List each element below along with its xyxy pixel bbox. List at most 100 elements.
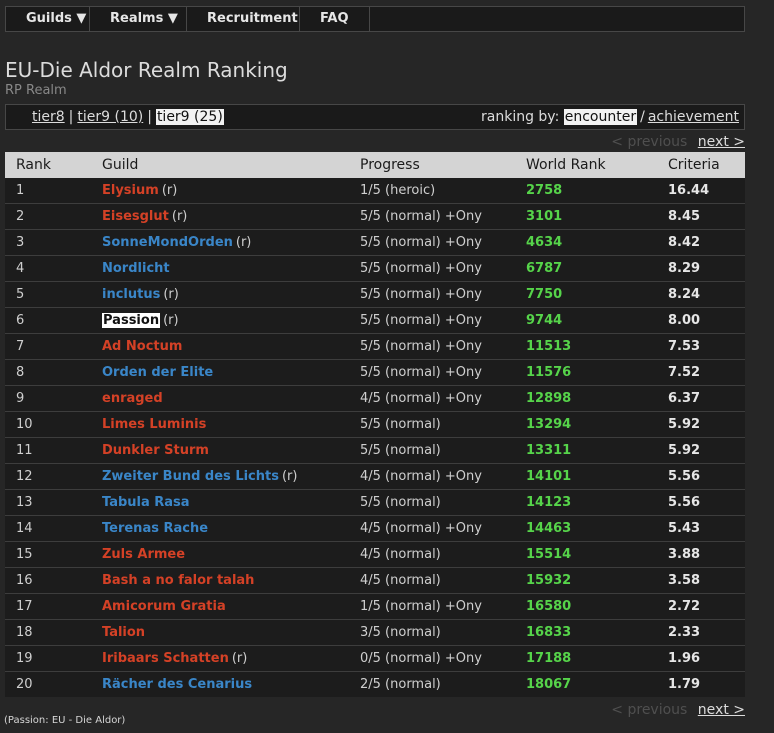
table-row: 17 Amicorum Gratia 1/5 (normal) +Ony 16580 2…	[5, 593, 745, 620]
rank-cell: 1	[5, 178, 102, 204]
guild-cell: Tabula Rasa	[102, 489, 360, 516]
ranking-option-encounter[interactable]: encounter	[563, 109, 638, 125]
guild-link[interactable]: Iribaars Schatten	[102, 651, 229, 666]
table-row: 16 Bash a no falor talah 4/5 (normal) 15932…	[5, 567, 745, 594]
guild-link[interactable]: Talion	[102, 625, 145, 640]
guild-cell: Elysium (r)	[102, 178, 360, 204]
guild-realm-footnote: (Passion: EU - Die Aldor)	[4, 715, 126, 726]
previous-link[interactable]: < previous	[611, 134, 687, 150]
rank-cell: 19	[5, 645, 102, 672]
criteria-cell: 6.37	[668, 385, 745, 412]
column-header-guild[interactable]: Guild	[102, 152, 360, 178]
ranking-option-achievement[interactable]: achievement	[648, 109, 739, 125]
tier-tab-tier9-25[interactable]: tier9 (25)	[155, 109, 224, 125]
guild-link[interactable]: SonneMondOrden	[102, 235, 233, 250]
tier-tab-tier9-10[interactable]: tier9 (10)	[77, 109, 143, 125]
guild-link[interactable]: Ad Noctum	[102, 339, 182, 354]
rank-cell: 16	[5, 567, 102, 594]
guild-link[interactable]: enraged	[102, 391, 163, 406]
progress-cell: 0/5 (normal) +Ony	[360, 645, 526, 672]
guild-cell: Rächer des Cenarius	[102, 671, 360, 697]
nav-guilds-menu[interactable]: Guilds ▼	[6, 7, 90, 31]
world-rank-cell: 14101	[526, 463, 668, 490]
world-rank-cell: 6787	[526, 255, 668, 282]
guild-cell: Nordlicht	[102, 255, 360, 282]
progress-cell: 2/5 (normal)	[360, 671, 526, 697]
table-row: 2 Eisesglut (r) 5/5 (normal) +Ony 3101 8.45	[5, 203, 745, 230]
rank-cell: 8	[5, 359, 102, 386]
table-row: 1 Elysium (r) 1/5 (heroic) 2758 16.44	[5, 178, 745, 204]
table-row: 11 Dunkler Sturm 5/5 (normal) 13311 5.92	[5, 437, 745, 464]
table-header-row: Rank Guild Progress World Rank Criteria	[5, 152, 745, 178]
criteria-cell: 5.43	[668, 515, 745, 542]
guild-cell: Terenas Rache	[102, 515, 360, 542]
criteria-cell: 3.88	[668, 541, 745, 568]
guild-link[interactable]: Limes Luminis	[102, 417, 206, 432]
guild-link[interactable]: Amicorum Gratia	[102, 599, 226, 614]
column-header-criteria[interactable]: Criteria	[668, 152, 745, 178]
progress-cell: 5/5 (normal)	[360, 489, 526, 516]
table-row: 15 Zuls Armee 4/5 (normal) 15514 3.88	[5, 541, 745, 568]
column-header-world-rank[interactable]: World Rank	[526, 152, 668, 178]
rp-tag: (r)	[171, 209, 188, 224]
guild-cell: SonneMondOrden (r)	[102, 229, 360, 256]
ranking-by-label: ranking by:	[481, 109, 560, 125]
next-link[interactable]: next >	[698, 134, 745, 150]
guild-cell: Amicorum Gratia	[102, 593, 360, 620]
guild-link[interactable]: Passion	[102, 313, 161, 328]
criteria-cell: 5.92	[668, 411, 745, 438]
rp-tag: (r)	[281, 469, 298, 484]
rank-cell: 4	[5, 255, 102, 282]
column-header-rank[interactable]: Rank	[5, 152, 102, 178]
previous-link[interactable]: < previous	[611, 702, 687, 718]
criteria-cell: 7.53	[668, 333, 745, 360]
criteria-cell: 5.92	[668, 437, 745, 464]
rp-tag: (r)	[161, 183, 178, 198]
nav-recruitment[interactable]: Recruitment	[187, 7, 300, 31]
guild-cell: Eisesglut (r)	[102, 203, 360, 230]
guild-link[interactable]: Terenas Rache	[102, 521, 208, 536]
next-link[interactable]: next >	[698, 702, 745, 718]
guild-link[interactable]: Bash a no falor talah	[102, 573, 254, 588]
table-row: 12 Zweiter Bund des Lichts (r) 4/5 (normal)…	[5, 463, 745, 490]
guild-cell: Iribaars Schatten (r)	[102, 645, 360, 672]
table-row: 10 Limes Luminis 5/5 (normal) 13294 5.92	[5, 411, 745, 438]
progress-cell: 5/5 (normal)	[360, 411, 526, 438]
guild-link[interactable]: Dunkler Sturm	[102, 443, 209, 458]
guild-link[interactable]: inclutus	[102, 287, 160, 302]
guild-cell: Limes Luminis	[102, 411, 360, 438]
world-rank-cell: 11513	[526, 333, 668, 360]
guild-link[interactable]: Elysium	[102, 183, 159, 198]
guild-link[interactable]: Zweiter Bund des Lichts	[102, 469, 279, 484]
guild-link[interactable]: Orden der Elite	[102, 365, 213, 380]
rank-cell: 18	[5, 619, 102, 646]
tier-tab-tier8[interactable]: tier8	[32, 109, 65, 125]
guild-link[interactable]: Eisesglut	[102, 209, 169, 224]
nav-faq[interactable]: FAQ	[300, 7, 370, 31]
rank-cell: 2	[5, 203, 102, 230]
table-row: 18 Talion 3/5 (normal) 16833 2.33	[5, 619, 745, 646]
guild-link[interactable]: Nordlicht	[102, 261, 170, 276]
world-rank-cell: 3101	[526, 203, 668, 230]
guild-cell: Ad Noctum	[102, 333, 360, 360]
table-row: 14 Terenas Rache 4/5 (normal) +Ony 14463 5.4…	[5, 515, 745, 542]
table-row: 6 Passion (r) 5/5 (normal) +Ony 9744 8.00	[5, 307, 745, 334]
criteria-cell: 5.56	[668, 489, 745, 516]
guild-link[interactable]: Rächer des Cenarius	[102, 677, 252, 692]
guild-link[interactable]: Tabula Rasa	[102, 495, 190, 510]
criteria-cell: 8.24	[668, 281, 745, 308]
column-header-progress[interactable]: Progress	[360, 152, 526, 178]
criteria-cell: 8.29	[668, 255, 745, 282]
world-rank-cell: 15514	[526, 541, 668, 568]
guild-cell: Dunkler Sturm	[102, 437, 360, 464]
guild-cell: Talion	[102, 619, 360, 646]
progress-cell: 5/5 (normal) +Ony	[360, 359, 526, 386]
nav-realms-menu[interactable]: Realms ▼	[90, 7, 187, 31]
guild-cell: Bash a no falor talah	[102, 567, 360, 594]
criteria-cell: 8.45	[668, 203, 745, 230]
guild-link[interactable]: Zuls Armee	[102, 547, 185, 562]
tier-tabs: tier8 | tier9 (10) | tier9 (25)	[32, 109, 224, 125]
progress-cell: 4/5 (normal) +Ony	[360, 515, 526, 542]
rank-cell: 5	[5, 281, 102, 308]
